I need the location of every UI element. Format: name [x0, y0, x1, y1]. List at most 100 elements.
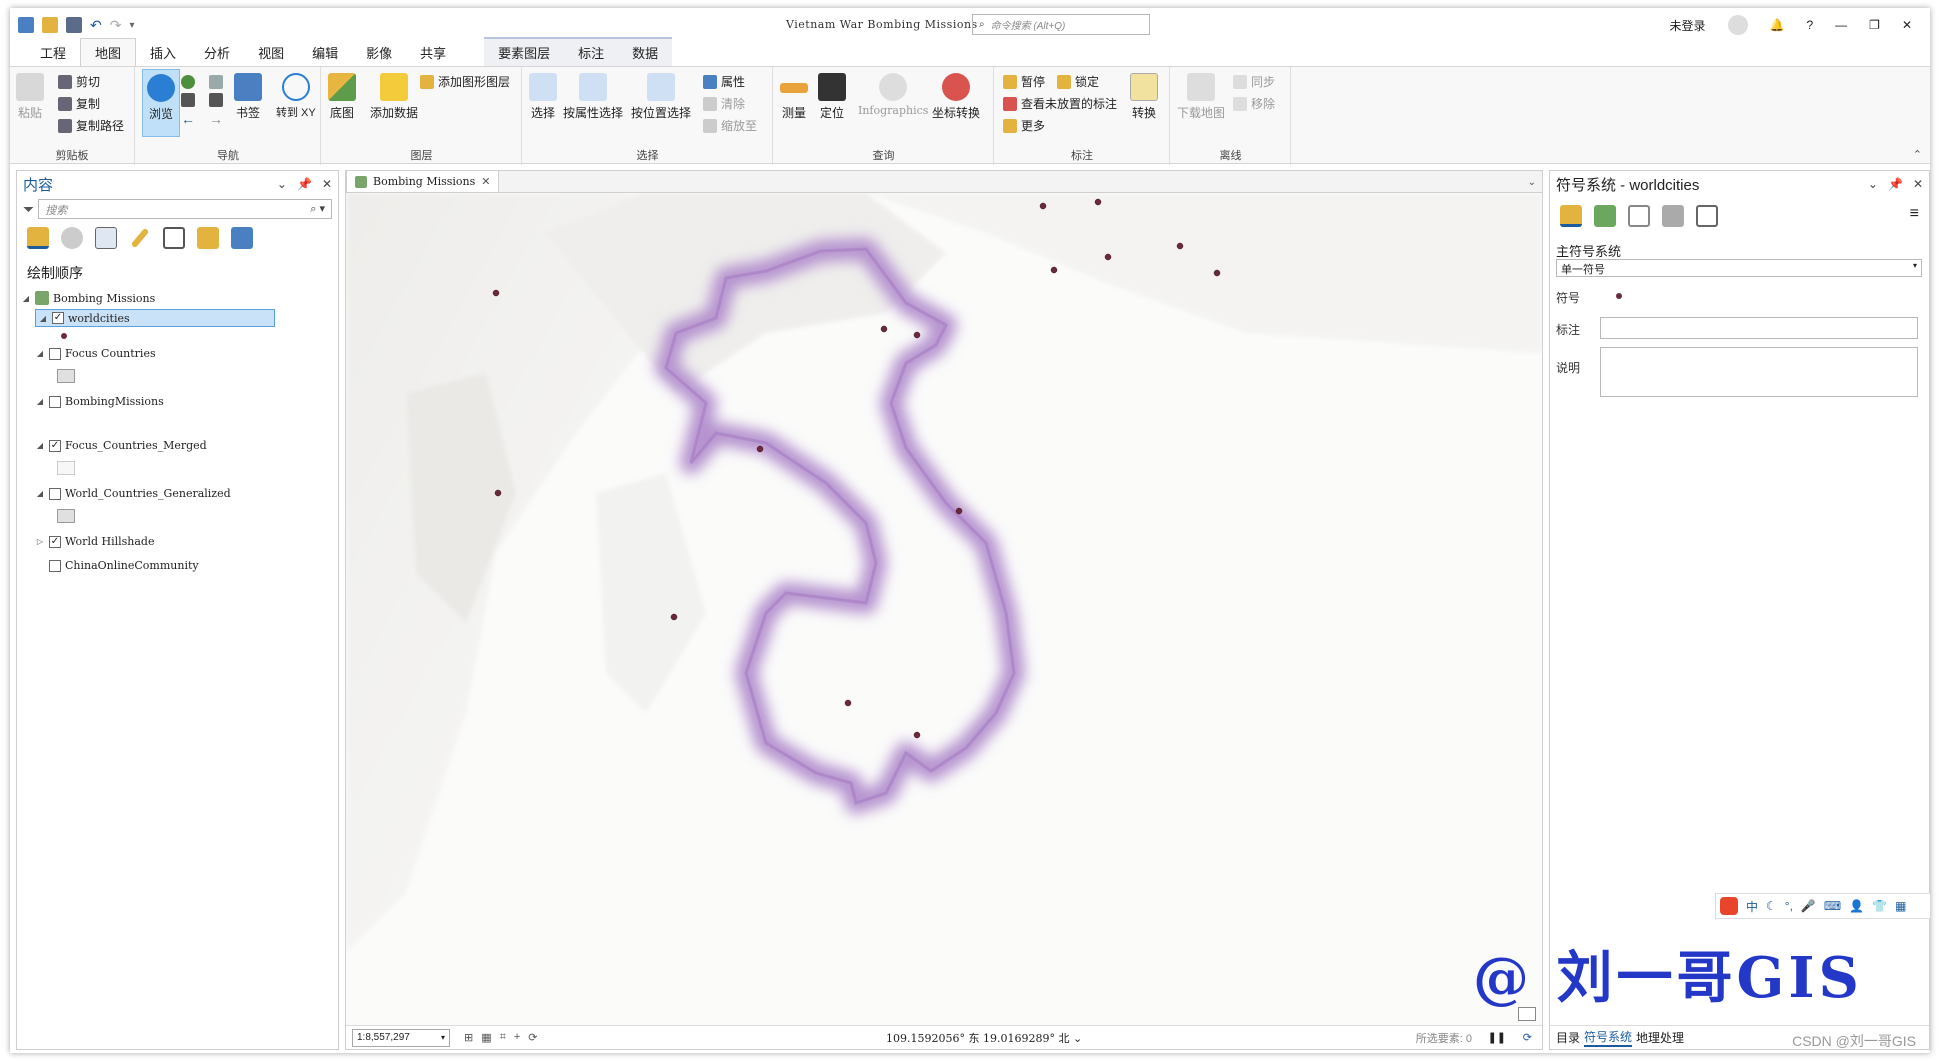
tab-map[interactable]: 地图: [80, 38, 137, 66]
tab-labeling[interactable]: 标注: [564, 39, 618, 66]
world-countries-generalized-symbol[interactable]: [57, 509, 75, 523]
minimize-button[interactable]: —: [1835, 18, 1847, 32]
pause-labeling-button[interactable]: 暂停: [1003, 73, 1045, 90]
select-by-location-button[interactable]: 按位置选择: [631, 73, 691, 121]
tab-list-icon[interactable]: ⌄: [1522, 177, 1542, 192]
command-search-input[interactable]: ⌕ 命令搜索 (Alt+Q): [972, 14, 1150, 35]
add-data-button[interactable]: 添加数据: [370, 73, 418, 121]
close-button[interactable]: ✕: [1902, 18, 1912, 32]
microphone-icon[interactable]: 🎤: [1801, 899, 1816, 913]
scale-selector[interactable]: 1:8,557,297 ▾: [352, 1028, 450, 1047]
layer-worldcities[interactable]: ◢ ✓ worldcities: [35, 309, 275, 327]
crosshair-small-icon[interactable]: +: [514, 1031, 520, 1044]
infographics-button[interactable]: Infographics: [858, 73, 928, 117]
list-by-labeling-icon[interactable]: [197, 227, 219, 249]
list-by-selection-icon[interactable]: [95, 227, 117, 249]
collapse-icon[interactable]: ◢: [21, 294, 31, 303]
pane-close-icon[interactable]: ✕: [1913, 177, 1923, 191]
layer-visibility-checkbox[interactable]: [49, 559, 61, 572]
cut-button[interactable]: 剪切: [58, 73, 100, 90]
full-extent-icon[interactable]: [181, 75, 195, 89]
paste-button[interactable]: 粘贴: [16, 73, 44, 121]
collapse-icon[interactable]: ◢: [35, 441, 45, 450]
tab-symbology[interactable]: 符号系统: [1584, 1028, 1633, 1047]
clear-button[interactable]: 清除: [703, 95, 745, 112]
layer-china-online-community[interactable]: ChinaOnlineCommunity: [35, 559, 199, 572]
symbol-layer-drawing-icon[interactable]: [1628, 205, 1650, 227]
feature-filter-icon[interactable]: [1662, 205, 1684, 227]
close-tab-icon[interactable]: ✕: [481, 175, 490, 188]
view-unplaced-labels-button[interactable]: 查看未放置的标注: [1003, 95, 1117, 112]
locate-button[interactable]: 定位: [818, 73, 846, 121]
description-input[interactable]: [1600, 347, 1918, 397]
moon-icon[interactable]: ☾: [1766, 899, 1777, 913]
refresh-icon[interactable]: ⟳: [1523, 1031, 1532, 1044]
vary-symbology-icon[interactable]: [1594, 205, 1616, 227]
layer-visibility-checkbox[interactable]: [49, 347, 61, 360]
pause-drawing-icon[interactable]: ❚❚: [1488, 1031, 1506, 1044]
primary-symbology-icon[interactable]: [1560, 205, 1582, 227]
remove-offline-button[interactable]: 移除: [1233, 95, 1275, 112]
pin-icon[interactable]: 📌: [1888, 177, 1903, 191]
zoom-out-fixed-icon[interactable]: [209, 93, 223, 107]
forward-arrow-icon[interactable]: →: [209, 111, 233, 127]
tab-data[interactable]: 数据: [618, 39, 672, 66]
download-map-button[interactable]: 下载地图: [1177, 73, 1225, 121]
layer-visibility-checkbox[interactable]: [49, 487, 61, 500]
options-menu-icon[interactable]: ≡: [1910, 205, 1919, 227]
user-icon[interactable]: 👤: [1849, 899, 1864, 913]
collapse-icon[interactable]: ◢: [35, 489, 45, 498]
layer-visibility-checkbox[interactable]: ✓: [49, 439, 61, 452]
grid-menu-icon[interactable]: ▦: [1895, 899, 1906, 913]
add-graphics-layer-button[interactable]: 添加图形图层: [420, 73, 510, 90]
select-by-attributes-button[interactable]: 按属性选择: [563, 73, 623, 121]
sync-button[interactable]: 同步: [1233, 73, 1275, 90]
contents-search-input[interactable]: 搜索 ⌕ ▾: [38, 199, 332, 219]
list-by-source-icon[interactable]: [61, 227, 83, 249]
expand-icon[interactable]: ▷: [35, 537, 45, 546]
collapse-icon[interactable]: ◢: [35, 397, 45, 406]
goto-xy-button[interactable]: 转到 XY: [276, 73, 316, 120]
tab-edit[interactable]: 编辑: [298, 39, 352, 66]
redo-icon[interactable]: ↷: [110, 17, 122, 34]
map-node[interactable]: ◢ Bombing Missions: [21, 291, 155, 305]
measure-button[interactable]: 测量: [780, 73, 808, 121]
layer-focus-countries-merged[interactable]: ◢ ✓ Focus_Countries_Merged: [35, 439, 207, 452]
collapse-ribbon-icon[interactable]: ⌃: [1913, 148, 1922, 161]
undo-icon[interactable]: ↶: [90, 17, 102, 34]
map-canvas[interactable]: [346, 193, 1542, 1025]
zoom-to-selection-button[interactable]: 缩放至: [703, 117, 757, 134]
snapping-icon[interactable]: ⌗: [500, 1031, 506, 1044]
tab-catalog[interactable]: 目录: [1556, 1029, 1580, 1046]
fixed-zoom-icon[interactable]: ⊞: [464, 1031, 473, 1044]
layer-world-countries-generalized[interactable]: ◢ World_Countries_Generalized: [35, 487, 231, 500]
symbol-swatch[interactable]: [1616, 293, 1622, 299]
copy-path-button[interactable]: 复制路径: [58, 117, 124, 134]
zoom-in-fixed-icon[interactable]: [181, 93, 195, 107]
pane-close-icon[interactable]: ✕: [322, 177, 332, 191]
more-labeling-button[interactable]: 更多: [1003, 117, 1045, 134]
sogou-logo-icon[interactable]: [1720, 897, 1738, 915]
map-tab-bombing-missions[interactable]: Bombing Missions ✕: [346, 170, 500, 192]
select-button[interactable]: 选择: [529, 73, 557, 121]
explore-button[interactable]: 浏览: [142, 69, 180, 137]
layer-world-hillshade[interactable]: ▷ ✓ World Hillshade: [35, 535, 155, 548]
layer-visibility-checkbox[interactable]: ✓: [52, 312, 64, 324]
skin-icon[interactable]: 👕: [1872, 899, 1887, 913]
notifications-icon[interactable]: 🔔: [1770, 18, 1785, 32]
tab-share[interactable]: 共享: [406, 39, 460, 66]
customize-qat-icon[interactable]: ▾: [129, 20, 134, 31]
tab-geoprocessing[interactable]: 地理处理: [1636, 1029, 1684, 1046]
list-by-drawing-order-icon[interactable]: [27, 227, 49, 249]
tab-view[interactable]: 视图: [244, 39, 298, 66]
list-by-editing-icon[interactable]: [130, 227, 150, 249]
advanced-symbology-icon[interactable]: [1696, 205, 1718, 227]
layer-bombing-missions[interactable]: ◢ BombingMissions: [35, 395, 164, 408]
tab-project[interactable]: 工程: [26, 39, 80, 66]
lock-labels-button[interactable]: 锁定: [1057, 73, 1099, 90]
worldcities-symbol[interactable]: [61, 333, 67, 339]
punctuation-icon[interactable]: °,: [1785, 899, 1793, 913]
list-by-perspective-icon[interactable]: [231, 227, 253, 249]
pin-icon[interactable]: 📌: [297, 177, 312, 191]
restore-button[interactable]: ❐: [1869, 18, 1880, 32]
